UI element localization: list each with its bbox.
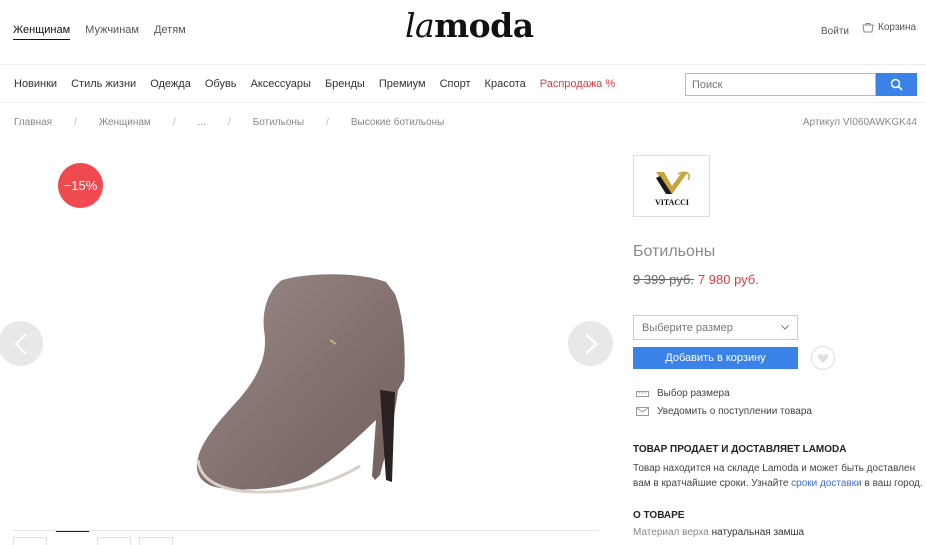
- thumbnail-4[interactable]: [139, 537, 173, 545]
- notify-link[interactable]: Уведомить о поступлении товара: [636, 406, 812, 417]
- delivery-terms-link[interactable]: сроки доставки: [791, 478, 862, 489]
- cart-link[interactable]: Корзина: [862, 22, 916, 33]
- main-nav: Новинки Стиль жизни Одежда Обувь Аксессу…: [0, 66, 926, 103]
- brand-logo[interactable]: VITACCI: [633, 155, 710, 217]
- gallery-prev-button[interactable]: [0, 321, 43, 366]
- material-value: натуральная замша: [711, 527, 805, 538]
- old-price: 9 399 руб.: [633, 272, 694, 287]
- thumbnails-divider: [13, 530, 599, 531]
- search-button[interactable]: [876, 73, 917, 96]
- tab-kids[interactable]: Детям: [154, 24, 186, 40]
- envelope-icon: [636, 407, 649, 416]
- size-select[interactable]: Выберите размер: [633, 315, 798, 340]
- cart-label: Корзина: [878, 22, 917, 33]
- nav-item-shoes[interactable]: Обувь: [205, 78, 237, 90]
- new-price: 7 980 руб.: [697, 272, 759, 287]
- breadcrumb-ankle-boots[interactable]: Ботильоны: [253, 117, 304, 128]
- breadcrumb-home[interactable]: Главная: [14, 117, 52, 128]
- nav-item-clothing[interactable]: Одежда: [150, 78, 191, 90]
- about-heading: О ТОВАРЕ: [633, 510, 685, 521]
- material-row: Материал верха натуральная замша: [633, 527, 805, 538]
- product-title: Ботильоны: [633, 243, 716, 260]
- seller-description: Товар находится на складе Lamoda и может…: [633, 463, 923, 489]
- nav-item-accessories[interactable]: Аксессуары: [251, 78, 311, 90]
- heart-icon: [817, 353, 829, 363]
- gallery-next-button[interactable]: [568, 321, 613, 366]
- category-menu: Новинки Стиль жизни Одежда Обувь Аксессу…: [14, 78, 629, 90]
- gender-tabs: Женщинам Мужчинам Детям: [13, 24, 186, 40]
- chevron-down-icon: [781, 325, 789, 330]
- seller-heading: ТОВАР ПРОДАЕТ И ДОСТАВЛЯЕТ LAMODA: [633, 444, 847, 455]
- chevron-right-icon: [584, 332, 597, 355]
- article-number: Артикул VI060AWKGK44: [802, 117, 917, 128]
- nav-item-beauty[interactable]: Красота: [485, 78, 526, 90]
- tab-men[interactable]: Мужчинам: [85, 24, 139, 40]
- breadcrumb-women[interactable]: Женщинам: [99, 117, 151, 128]
- nav-item-lifestyle[interactable]: Стиль жизни: [71, 78, 136, 90]
- brand-logo-text: VITACCI: [654, 198, 688, 207]
- breadcrumb-ellipsis[interactable]: ...: [198, 117, 206, 128]
- price-block: 9 399 руб. 7 980 руб.: [633, 272, 759, 287]
- login-link[interactable]: Войти: [821, 26, 849, 37]
- vitacci-logo-icon: VITACCI: [654, 171, 690, 207]
- add-to-cart-button[interactable]: Добавить в корзину: [633, 347, 798, 369]
- thumbnail-3[interactable]: [97, 537, 131, 545]
- size-guide-link[interactable]: Выбор размера: [636, 388, 730, 399]
- cart-icon: [862, 23, 874, 33]
- breadcrumb: Главная / Женщинам / ... / Ботильоны / Высок…: [14, 117, 445, 128]
- product-image[interactable]: [190, 270, 420, 500]
- breadcrumb-high-ankle-boots[interactable]: Высокие ботильоны: [351, 117, 444, 128]
- size-select-label: Выберите размер: [642, 321, 733, 334]
- favorite-button[interactable]: [811, 346, 835, 370]
- ruler-icon: [636, 390, 649, 397]
- lamoda-logo[interactable]: lamoda: [405, 6, 534, 45]
- top-header: Женщинам Мужчинам Детям lamoda Войти Кор…: [0, 0, 926, 65]
- nav-item-sport[interactable]: Спорт: [440, 78, 471, 90]
- search-icon: [890, 78, 903, 91]
- tab-women[interactable]: Женщинам: [13, 24, 71, 40]
- discount-badge: −15%: [58, 163, 103, 208]
- nav-item-new[interactable]: Новинки: [14, 78, 57, 90]
- thumbnail-1[interactable]: [13, 537, 47, 545]
- nav-item-brands[interactable]: Бренды: [325, 78, 365, 90]
- chevron-left-icon: [14, 332, 27, 355]
- thumbnail-2[interactable]: [55, 537, 89, 545]
- search-input[interactable]: [685, 73, 876, 96]
- nav-item-premium[interactable]: Премиум: [379, 78, 426, 90]
- nav-item-sale[interactable]: Распродажа %: [540, 78, 615, 90]
- thumbnail-active-indicator: [55, 530, 90, 532]
